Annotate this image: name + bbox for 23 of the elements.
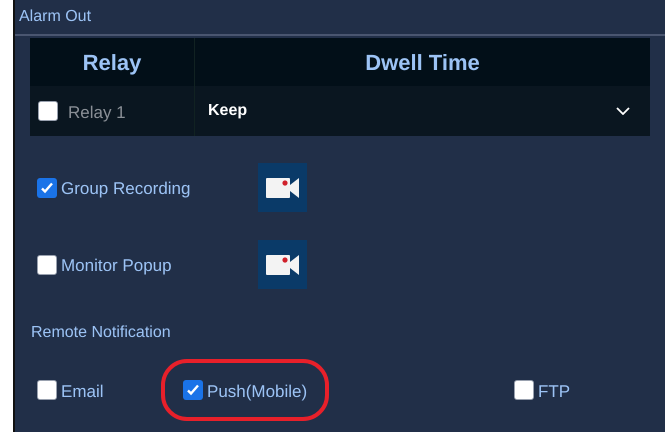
checkmark-icon (40, 180, 54, 194)
checkbox[interactable] (37, 178, 57, 198)
notification-label: Email (61, 381, 104, 403)
notification-label: FTP (538, 381, 570, 403)
video-camera-icon (266, 254, 300, 276)
checkbox[interactable] (37, 254, 57, 274)
column-header: Dwell Time (364, 48, 481, 76)
option-label: Group Recording (61, 178, 190, 200)
video-camera-button[interactable] (258, 240, 307, 289)
dwell-time-dropdown[interactable]: Keep (195, 86, 650, 136)
checkbox[interactable] (37, 380, 57, 400)
section-heading: Remote Notification (31, 323, 172, 343)
checkmark-icon (186, 382, 200, 397)
checkbox[interactable] (38, 101, 58, 121)
notification-label: Push(Mobile) (207, 381, 308, 403)
relay-label: Relay 1 (68, 102, 126, 124)
checkbox[interactable] (183, 380, 203, 400)
option-label: Monitor Popup (61, 254, 172, 277)
checkbox[interactable] (514, 380, 534, 400)
video-camera-icon (266, 176, 300, 198)
panel-title: Alarm Out (19, 7, 92, 27)
chevron-down-icon (616, 107, 630, 115)
video-camera-button[interactable] (258, 163, 307, 212)
